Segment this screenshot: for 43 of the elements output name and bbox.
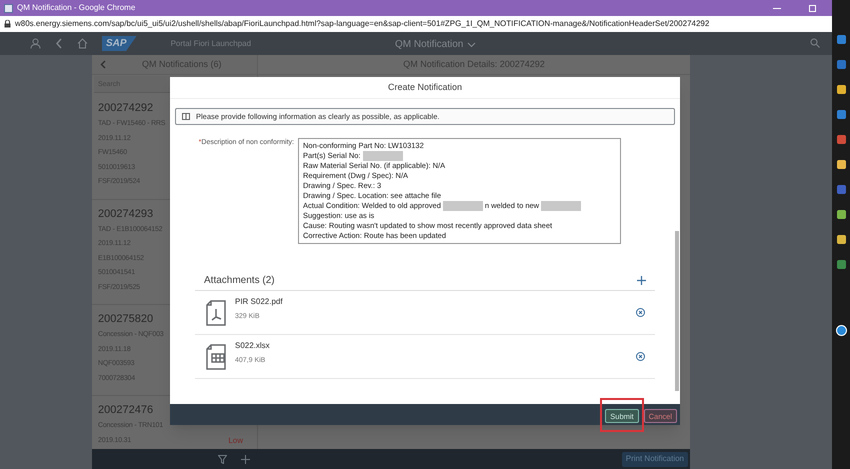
info-icon — [182, 113, 190, 120]
notification-number: 200275820 — [98, 313, 154, 326]
spreadsheet-file-icon — [205, 344, 227, 370]
notification-number: 200274293 — [98, 208, 154, 220]
notification-number: 200272476 — [98, 404, 154, 417]
taskbar-app-icon[interactable] — [836, 85, 846, 94]
address-bar[interactable]: w80s.energy.siemens.com/sap/bc/ui5_ui5/ui2/ushell/shells/abap/FioriLaunchpad.html?sap-language=en&sap-client=501#ZPG_1I_QM_NOTIFICATION-manage&/NotificationHeaderSet/200274292 — [0, 16, 832, 32]
taskbar-app-icon[interactable] — [836, 35, 846, 44]
taskbar-app-icon[interactable] — [836, 260, 846, 269]
remove-icon[interactable] — [636, 352, 645, 361]
help-icon[interactable] — [836, 325, 846, 336]
user-icon[interactable] — [30, 38, 41, 49]
blurred-redaction — [442, 201, 483, 211]
blurred-redaction — [541, 201, 582, 211]
lock-icon — [4, 20, 11, 28]
dialog-title: Create Notification — [388, 80, 462, 94]
blurred-redaction — [362, 151, 403, 161]
pdf-file-icon — [205, 300, 227, 326]
back-icon[interactable] — [55, 38, 63, 49]
search-icon[interactable] — [810, 38, 820, 48]
attachments-title: Attachments (2) — [204, 274, 275, 288]
add-icon[interactable] — [637, 276, 646, 285]
url-text: w80s.energy.siemens.com/sap/bc/ui5_ui5/ui2/ushell/shells/abap/FioriLaunchpad.html?sap-language=en&sap-client=501#ZPG_1I_QM_NOTIFICATION-manage&/NotificationHeaderSet/200274292 — [15, 18, 710, 30]
attachment-name[interactable]: PIR S022.pdf — [235, 296, 283, 308]
filter-icon[interactable] — [218, 454, 227, 464]
taskbar-app-icon[interactable] — [836, 235, 846, 244]
chevron-down-icon — [467, 42, 476, 48]
browser-app-icon — [4, 4, 13, 12]
taskbar-app-icon[interactable] — [836, 210, 846, 219]
plus-icon[interactable] — [241, 454, 250, 464]
notification-number: 200274292 — [98, 102, 154, 115]
remove-icon[interactable] — [636, 308, 645, 317]
window-title: QM Notification - Google Chrome — [17, 2, 136, 14]
maximize-icon[interactable] — [809, 4, 816, 12]
shell-title: Portal Fiori Launchpad — [170, 38, 252, 50]
taskbar-app-icon[interactable] — [836, 160, 846, 169]
home-icon[interactable] — [77, 38, 88, 49]
taskbar-app-icon[interactable] — [836, 135, 846, 144]
priority-label: Low — [228, 434, 243, 447]
back-icon[interactable] — [100, 60, 106, 69]
description-textarea[interactable] — [298, 138, 621, 244]
taskbar-app-icon[interactable] — [836, 110, 846, 119]
attachment-name[interactable]: S022.xlsx — [235, 340, 270, 352]
